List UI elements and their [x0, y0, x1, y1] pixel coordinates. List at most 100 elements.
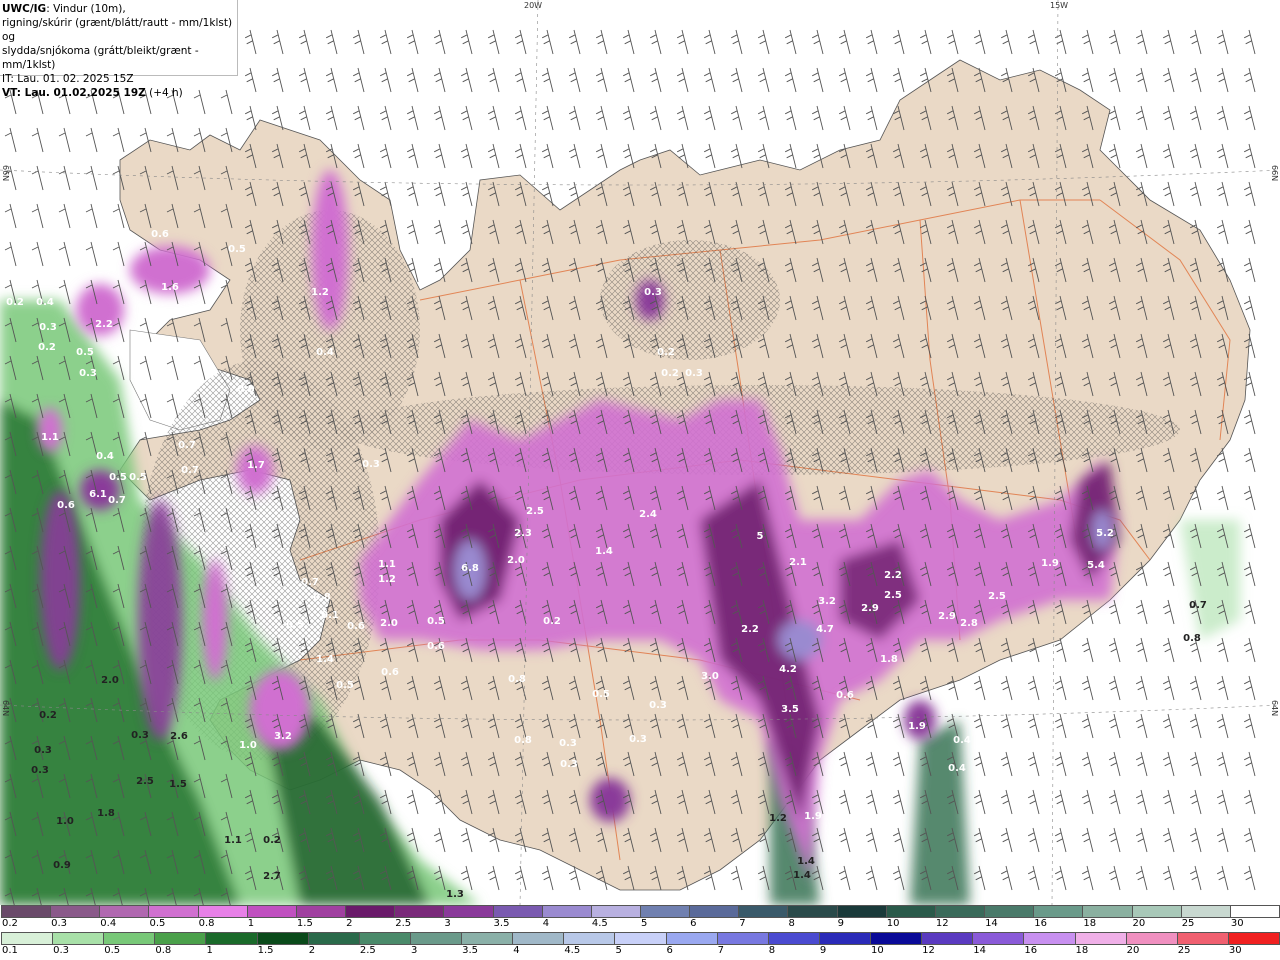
legend-label: 18 — [1075, 945, 1089, 956]
legend-label: 0.5 — [149, 918, 166, 929]
precip-value-label: 0.8 — [514, 735, 532, 746]
precip-value-label: 0.3 — [560, 759, 578, 770]
legend-swatch — [885, 905, 936, 918]
lon-label-15w: 15W — [1050, 1, 1069, 10]
precip-value-label: 1.9 — [1041, 558, 1059, 569]
legend-swatch — [197, 905, 248, 918]
legend-label: 1.5 — [296, 918, 313, 929]
legend-swatch — [512, 932, 565, 945]
legend-swatch — [818, 932, 872, 945]
legend-swatch — [541, 905, 592, 918]
precip-value-label: 2.0 — [507, 555, 525, 566]
legend-label: 2 — [308, 945, 316, 956]
precip-value-label: 0.7 — [181, 465, 199, 476]
precip-value-label: 3.2 — [818, 596, 836, 607]
precip-value-label: 6.1 — [89, 489, 107, 500]
legend-swatch — [1229, 905, 1280, 918]
legend-swatch — [443, 905, 494, 918]
precip-value-label: 2.7 — [263, 871, 281, 882]
precip-value-label: 1.2 — [311, 287, 329, 298]
precip-value-label: 1.4 — [793, 870, 811, 881]
legend-label: 30 — [1228, 945, 1242, 956]
precip-value-label: 2.2 — [884, 570, 902, 581]
precip-value-label: 1.1 — [224, 835, 242, 846]
map-header: UWC/IG: Vindur (10m), rigning/skúrir (gr… — [0, 0, 238, 99]
precip-value-label: 4.7 — [816, 624, 834, 635]
legend-swatch — [99, 905, 150, 918]
precip-value-label: 2.0 — [101, 675, 119, 686]
legend-label: 30 — [1230, 918, 1244, 929]
precip-value-label: 0.6 — [347, 621, 365, 632]
legend-swatch — [461, 932, 514, 945]
legend-label: 4.5 — [564, 945, 581, 956]
precip-value-label: 5.2 — [1096, 528, 1114, 539]
precip-value-label: 0.3 — [685, 368, 703, 379]
legend-label: 0.8 — [198, 918, 215, 929]
legend-label: 0.4 — [100, 918, 117, 929]
precip-value-label: 0.3 — [131, 730, 149, 741]
precip-value-label: 1.4 — [316, 654, 334, 665]
precip-value-label: 6.8 — [461, 563, 479, 574]
precip-value-label: 1.4 — [797, 856, 815, 867]
legend-swatch — [246, 905, 297, 918]
legend-label: 3 — [410, 945, 418, 956]
legend-swatch — [870, 932, 923, 945]
lat-label-64n-right: 64N — [1270, 700, 1279, 717]
legend-swatch — [665, 932, 718, 945]
legend-label: 9 — [819, 945, 827, 956]
legend-label: 0.8 — [155, 945, 172, 956]
precip-value-label: 0.4 — [953, 735, 971, 746]
lon-label-20w: 20W — [524, 1, 543, 10]
precip-value-label: 2.5 — [884, 590, 902, 601]
precip-value-label: 0.2 — [543, 616, 561, 627]
precip-value-label: 0.9 — [237, 384, 255, 395]
legend-label: 6 — [690, 918, 697, 929]
precip-value-label: 0.3 — [649, 700, 667, 711]
legend-swatch — [836, 905, 887, 918]
legend-swatch — [409, 932, 463, 945]
legend-swatch — [295, 905, 347, 918]
legend-snow-labels: 0.2 0.3 0.4 0.5 0.8 1 1.5 2 2.5 3 3.5 4 4.5 5 6 7 8 9 10 12… — [0, 918, 1280, 932]
legend-swatch — [1176, 932, 1229, 945]
legend-label: 6 — [666, 945, 673, 956]
legend-swatch — [1125, 932, 1178, 945]
legend-rain-colors — [0, 932, 1280, 946]
legend-label: 4 — [542, 918, 550, 929]
legend-swatch — [345, 905, 396, 918]
precip-value-label: 0.7 — [178, 440, 196, 451]
legend-label: 20 — [1132, 918, 1146, 929]
legend-swatch — [590, 905, 641, 918]
legend-rain-labels: 0.1 0.3 0.5 0.8 1 1.5 2 2.5 3 3.5 4 4.5 5 6 7 8 9 10 12 14 1… — [0, 945, 1280, 959]
precip-value-label: 0.3 — [31, 765, 49, 776]
precip-value-label: 1.4 — [595, 546, 613, 557]
precip-value-label: 2.6 — [170, 731, 188, 742]
legend-swatch — [1033, 905, 1084, 918]
precip-value-label: 1.8 — [97, 808, 115, 819]
legend-label: 9 — [837, 918, 844, 929]
precip-value-label: 0.6 — [836, 690, 854, 701]
legend-label: 8 — [768, 945, 776, 956]
precip-value-label: 1.3 — [446, 889, 464, 900]
legend-label: 20 — [1126, 945, 1140, 956]
precip-value-label: 2.5 — [136, 776, 154, 787]
legend-swatch — [1227, 932, 1280, 945]
legend-swatch — [52, 932, 105, 945]
legend-swatch — [492, 905, 543, 918]
legend-label: 16 — [1024, 945, 1038, 956]
precip-value-label: 0.5 — [129, 472, 147, 483]
precip-value-label: 0.8 — [313, 592, 331, 603]
precip-value-label: 0.8 — [1183, 633, 1201, 644]
legend-swatch — [716, 932, 769, 945]
legend-swatch — [394, 905, 445, 918]
precip-value-label: 5.4 — [1087, 560, 1105, 571]
precip-value-label: 0.6 — [151, 229, 169, 240]
precip-value-label: 2.9 — [861, 603, 879, 614]
precip-value-label: 1.9 — [804, 811, 822, 822]
precip-value-label: 0.6 — [381, 667, 399, 678]
legend-label: 1 — [206, 945, 213, 956]
precip-value-label: 2.9 — [938, 611, 956, 622]
legend-label: 25 — [1181, 918, 1195, 929]
precip-value-label: 2.4 — [639, 509, 657, 520]
legend-label: 2.5 — [359, 945, 376, 956]
precip-value-label: 0.3 — [559, 738, 577, 749]
